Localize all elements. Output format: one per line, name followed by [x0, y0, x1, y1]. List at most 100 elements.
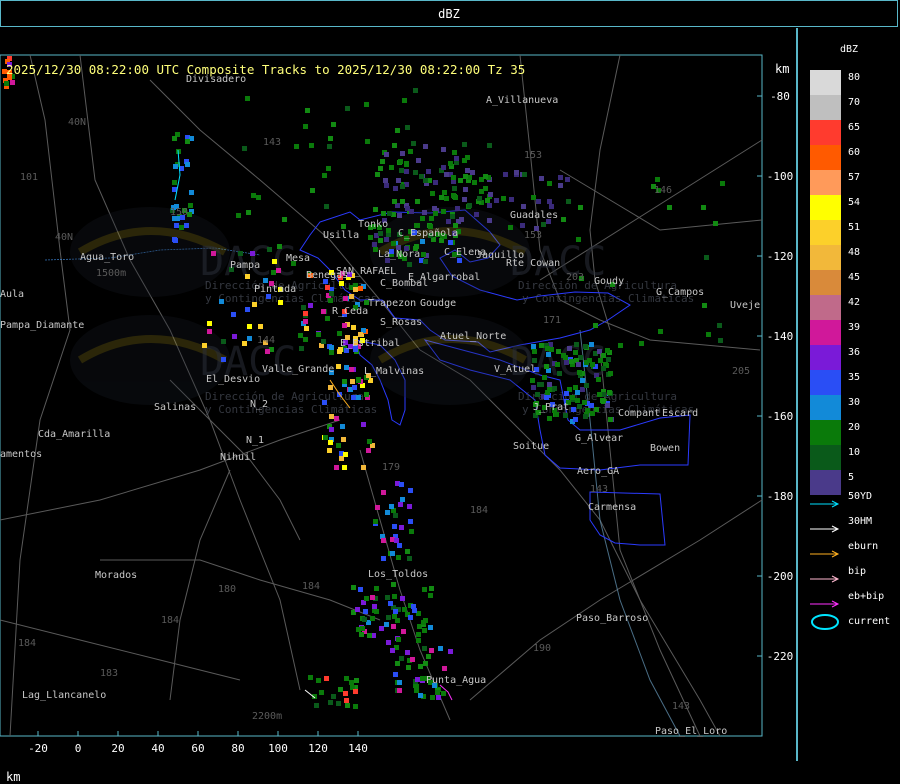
echo-cell	[596, 377, 601, 382]
echo-cell	[413, 88, 418, 93]
echo-cell	[452, 150, 457, 155]
echo-cell	[278, 300, 283, 305]
radar-map[interactable]: DACC DACC DACC DACC Dirección de Agricul…	[0, 28, 796, 761]
echo-cell	[322, 400, 327, 405]
track-legend-label: eburn	[848, 541, 879, 552]
legend-label: 30	[848, 397, 861, 408]
echo-cell	[421, 620, 426, 625]
echo-cell	[349, 680, 354, 685]
echo-cell	[364, 102, 369, 107]
echo-cell	[389, 504, 394, 509]
echo-cell	[323, 435, 328, 440]
echo-cell	[420, 239, 425, 244]
echo-cell	[430, 191, 435, 196]
echo-cell	[341, 437, 346, 442]
echo-cell	[455, 206, 460, 211]
echo-cell	[557, 371, 562, 376]
echo-cell	[390, 648, 395, 653]
echo-cell	[451, 175, 456, 180]
echo-cell	[422, 210, 427, 215]
echo-cell	[345, 106, 350, 111]
echo-cell	[294, 144, 299, 149]
y-tick-label: -180	[767, 490, 794, 503]
echo-cell	[544, 364, 549, 369]
echo-cell	[358, 587, 363, 592]
legend-label: 80	[848, 72, 861, 83]
km-unit-label: km	[775, 62, 790, 76]
watermark-logo	[70, 207, 530, 405]
echo-cell	[344, 698, 349, 703]
echo-cell	[462, 197, 467, 202]
echo-cell	[426, 169, 431, 174]
echo-cell	[364, 392, 369, 397]
echo-cell	[570, 395, 575, 400]
echo-cell	[488, 192, 493, 197]
place-label: SAN_RAFAEL	[336, 266, 396, 277]
echo-cell	[329, 414, 334, 419]
echo-cell	[325, 285, 330, 290]
echo-cell	[378, 166, 383, 171]
echo-cell	[399, 168, 404, 173]
place-label: C_Española	[398, 228, 458, 239]
place-label: Escard	[662, 408, 698, 419]
echo-cell	[487, 218, 492, 223]
echo-cell	[263, 278, 268, 283]
echo-cell	[704, 255, 709, 260]
place-label: Nihuil	[220, 452, 256, 463]
echo-cell	[328, 298, 333, 303]
echo-cell	[356, 395, 361, 400]
route-number: 40N	[68, 117, 86, 128]
x-tick-label: 100	[268, 742, 288, 755]
echo-cell	[536, 199, 541, 204]
track-arrow-icon	[810, 518, 840, 533]
place-label: Agua_Toro	[80, 252, 134, 263]
y-tick-label: -140	[767, 330, 794, 343]
echo-cell	[398, 159, 403, 164]
echo-cell	[381, 538, 386, 543]
echo-cell	[353, 287, 358, 292]
radar-map-frame[interactable]: DACC DACC DACC DACC Dirección de Agricul…	[0, 28, 798, 784]
echo-cell	[384, 237, 389, 242]
x-tick-label: 0	[75, 742, 82, 755]
echo-cell	[337, 331, 342, 336]
echo-cell	[324, 204, 329, 209]
echo-cell	[605, 348, 610, 353]
echo-cell	[411, 141, 416, 146]
echo-cell	[563, 355, 568, 360]
track-arrow-icon	[810, 568, 840, 583]
echo-cell	[429, 586, 434, 591]
track-arrow-icon	[810, 493, 840, 508]
echo-cell	[329, 345, 334, 350]
echo-cell	[367, 633, 372, 638]
track-legend-label: 50YD	[848, 491, 873, 502]
echo-cell	[386, 640, 391, 645]
echo-cell	[211, 251, 216, 256]
track-legend-label: bip	[848, 566, 867, 577]
echo-cell	[384, 152, 389, 157]
echo-cell	[393, 186, 398, 191]
y-tick-label: -220	[767, 650, 794, 663]
place-label: Bowen	[650, 443, 680, 454]
echo-cell	[395, 128, 400, 133]
echo-cell	[426, 654, 431, 659]
echo-cell	[428, 593, 433, 598]
echo-cell	[363, 609, 368, 614]
echo-cell	[584, 360, 589, 365]
echo-cell	[420, 676, 425, 681]
echo-cell	[374, 609, 379, 614]
echo-cell	[305, 108, 310, 113]
echo-cell	[444, 196, 449, 201]
echo-cell	[429, 216, 434, 221]
echo-cell	[367, 439, 372, 444]
place-label: Goudy	[594, 276, 624, 287]
echo-cell	[304, 326, 309, 331]
echo-cell	[503, 172, 508, 177]
x-tick-label: 140	[348, 742, 368, 755]
echo-cell	[247, 336, 252, 341]
place-label: El_Desvio	[206, 374, 260, 385]
route-number: 1500m	[96, 268, 126, 279]
echo-cell	[575, 390, 580, 395]
echo-cell	[547, 382, 552, 387]
echo-cell	[423, 178, 428, 183]
legend-label: 51	[848, 222, 861, 233]
